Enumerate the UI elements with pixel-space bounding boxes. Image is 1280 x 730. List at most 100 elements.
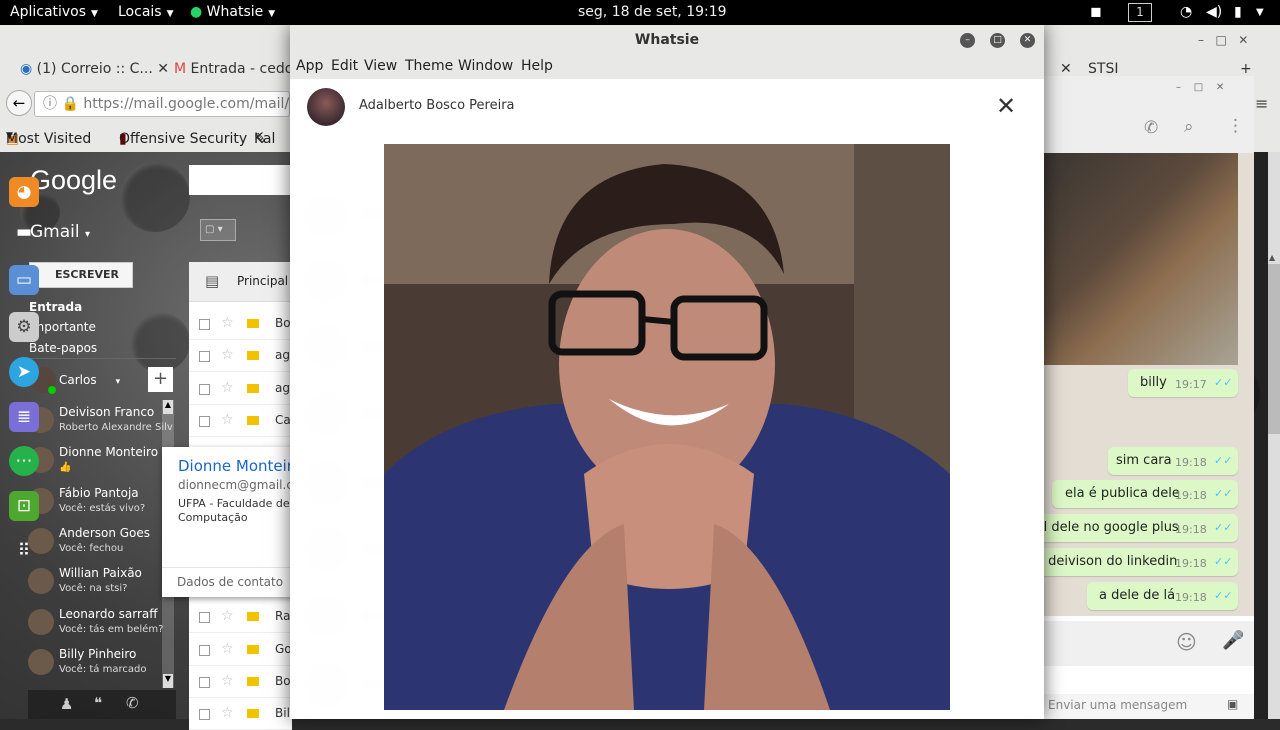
page-scrollbar[interactable]: ▲ [1268,152,1280,719]
row-checkbox[interactable] [199,645,210,656]
row-checkbox[interactable] [199,319,210,330]
menu-edit[interactable]: Edit [331,58,358,74]
maximize-icon[interactable]: □ [1194,82,1203,93]
star-icon[interactable]: ☆ [221,412,234,428]
shared-photo[interactable] [1044,153,1238,365]
tab-correio[interactable]: ◉ (1) Correio :: C... ✕ [20,61,169,77]
message-bubble[interactable]: a dele de lá 19:18 ✓✓ [1087,582,1238,610]
star-icon[interactable]: ☆ [221,347,234,363]
row-checkbox[interactable] [199,612,210,623]
settings-icon[interactable]: ⚙ [9,312,39,342]
menu-app[interactable]: App [296,58,323,74]
camera-icon[interactable]: ◼ [1090,4,1102,20]
image-icon[interactable]: ▣ [1227,697,1238,711]
menu-icon[interactable]: ≡ [1255,94,1268,113]
close-icon[interactable]: ✕ [1060,61,1072,77]
tab-stsi[interactable]: STSI [1088,61,1118,77]
self-name[interactable]: Carlos ▾ [59,373,120,387]
select-all-checkbox[interactable]: ▢ ▾ [200,219,236,241]
battery-icon[interactable]: ▮ [1234,4,1242,20]
star-icon[interactable]: ☆ [221,608,234,624]
hangout-contact[interactable]: Billy Pinheiro Você: tá marcado [28,647,173,685]
places-menu[interactable]: Locais ▼ [118,4,174,20]
close-icon[interactable]: ✕ [157,61,169,77]
row-checkbox[interactable] [199,351,210,362]
star-icon[interactable]: ☆ [221,673,234,689]
minimize-icon[interactable]: – [1198,33,1204,47]
firefox-icon[interactable]: ◕ [9,177,39,207]
hangout-contact[interactable]: Anderson Goes Você: fechou [28,526,173,564]
applications-menu[interactable]: Aplicativos ▼ [10,4,98,20]
message-input[interactable]: Enviar uma mensagem ▣ [1044,694,1254,719]
row-checkbox[interactable] [199,384,210,395]
menu-help[interactable]: Help [521,58,553,74]
workspace-indicator[interactable]: 1 [1128,3,1152,22]
mail-row[interactable]: ☆ Ca [189,405,292,437]
close-icon[interactable]: ✕ [1238,33,1248,47]
contact-details-link[interactable]: Dados de contato [177,575,283,589]
system-menu-caret-icon[interactable]: ▼ [1256,7,1264,18]
hangout-contact[interactable]: Deivison Franco Roberto Alexandre Silv [28,405,173,443]
hangout-contact[interactable]: Leonardo sarraff Você: tás em belém? [28,607,173,645]
text-editor-icon[interactable]: ≣ [9,402,39,432]
wifi-icon[interactable]: ◔ [1180,4,1192,20]
row-checkbox[interactable] [199,416,210,427]
tab-principal[interactable]: ▤ Principal [189,262,292,302]
files-icon[interactable]: ▭ [9,265,39,295]
person-icon[interactable]: ♟ [60,695,73,713]
phone-icon[interactable]: ✆ [126,694,139,712]
minimize-icon[interactable]: – [1176,82,1181,93]
message-bubble[interactable]: sim cara 19:18 ✓✓ [1108,447,1238,475]
tab-gmail[interactable]: M Entrada - cedo... [174,61,306,77]
url-bar[interactable]: ⓘ 🔒 https://mail.google.com/mail/u/0/# [34,91,290,117]
close-icon[interactable]: ✕ [996,92,1016,120]
message-bubble[interactable]: o deivison do linkedin 19:18 ✓✓ [1036,548,1238,576]
add-chat-button[interactable]: + [148,367,173,392]
microphone-icon[interactable]: 🎤 [1222,630,1244,651]
scroll-up-icon[interactable]: ▲ [1269,253,1275,262]
software-icon[interactable]: ⊡ [9,491,39,521]
star-icon[interactable]: ☆ [221,641,234,657]
message-bubble[interactable]: il dele no google plus 19:18 ✓✓ [1036,514,1238,542]
new-tab-button[interactable]: + [1240,61,1252,77]
row-checkbox[interactable] [199,677,210,688]
message-bubble[interactable]: billy 19:17 ✓✓ [1128,369,1238,397]
clock[interactable]: seg, 18 de set, 19:19 [578,4,727,20]
show-apps-icon[interactable]: ⠿ [9,536,39,566]
mail-row[interactable]: ☆ ag [189,340,292,372]
volume-icon[interactable]: ◀) [1206,4,1222,20]
terminal-icon[interactable]: ▬ [9,217,39,247]
contact-card-name[interactable]: Dionne Monteir [178,457,293,475]
message-bubble[interactable]: ela é publica dele 19:18 ✓✓ [1052,480,1238,508]
mail-row[interactable]: ☆ Bil [189,698,292,730]
back-button[interactable]: ← [6,90,32,116]
gmail-search-input[interactable] [189,165,292,195]
menu-view[interactable]: View [364,58,397,74]
mail-row[interactable]: ☆ ag [189,373,292,405]
hangout-contact[interactable]: Willian Paixão Você: na stsi? [28,566,173,604]
telegram-icon[interactable]: ➤ [9,357,39,387]
maximize-icon[interactable]: □ [1215,33,1226,47]
emoji-icon[interactable]: ☺ [1176,630,1197,654]
mail-row[interactable]: ☆ Go [189,634,292,666]
more-options-icon[interactable]: ⋮ [1227,116,1244,136]
star-icon[interactable]: ☆ [221,315,234,331]
hangout-contact[interactable]: Dionne Monteiro 👍 [28,445,173,483]
row-checkbox[interactable] [199,709,210,720]
maximize-icon[interactable]: □ [990,33,1005,48]
minimize-icon[interactable]: – [960,33,975,48]
whatsie-icon[interactable]: ⋯ [9,446,39,476]
close-icon[interactable]: ✕ [1020,33,1035,48]
search-icon[interactable]: ⌕ [1184,117,1194,137]
mail-row[interactable]: ☆ Bo [189,308,292,340]
app-menu[interactable]: ● Whatsie ▼ [190,4,275,20]
menu-theme[interactable]: Theme [405,58,453,74]
hangout-contact[interactable]: Fábio Pantoja Você: estás vivo? [28,486,173,524]
mail-row[interactable]: ☆ Bo [189,666,292,698]
close-icon[interactable]: ✕ [1216,82,1224,93]
menu-window[interactable]: Window [458,58,513,74]
star-icon[interactable]: ☆ [221,380,234,396]
mail-row[interactable]: ☆ Ra [189,601,292,633]
phone-icon[interactable]: ✆ [1144,118,1158,138]
hangouts-icon[interactable]: ❝ [94,694,102,712]
